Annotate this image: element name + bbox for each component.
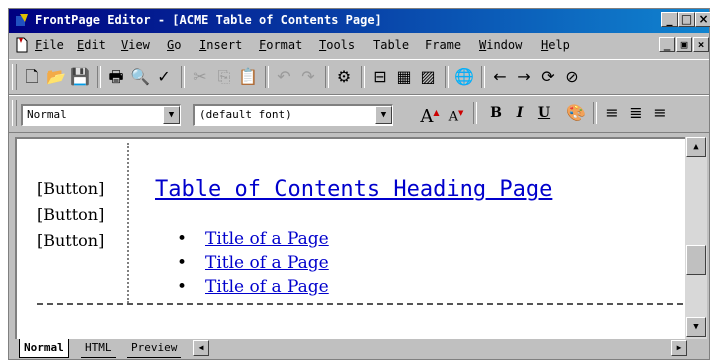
vertical-scrollbar[interactable]: ▲ ▼ — [685, 137, 707, 339]
insert-table-icon[interactable]: ▦ — [393, 66, 415, 88]
refresh-icon[interactable]: ⟳ — [537, 66, 559, 88]
toolbar-separator — [361, 66, 365, 88]
menu-file[interactable]: File — [35, 38, 64, 52]
font-select[interactable]: (default font) ▼ — [193, 104, 393, 126]
view-tab-bar: Normal HTML Preview ◀ ▶ — [15, 339, 707, 359]
toolbar-separator — [445, 66, 449, 88]
menu-help[interactable]: Help — [541, 38, 570, 52]
scroll-up-icon[interactable]: ▲ — [686, 137, 706, 157]
scroll-left-icon[interactable]: ◀ — [193, 340, 209, 356]
minimize-button[interactable]: _ — [661, 12, 678, 27]
forward-icon[interactable]: → — [513, 66, 535, 88]
open-folder-icon[interactable]: 📂 — [45, 66, 67, 88]
menu-insert[interactable]: Insert — [199, 38, 242, 52]
back-icon[interactable]: ← — [489, 66, 511, 88]
webbot-icon[interactable]: ⚙ — [333, 66, 355, 88]
menu-tools[interactable]: Tools — [319, 38, 355, 52]
insert-image-icon[interactable]: ▨ — [417, 66, 439, 88]
toolbar-separator — [481, 66, 485, 88]
align-left-icon[interactable]: ≡ — [601, 102, 623, 124]
document-icon — [16, 37, 28, 53]
hyperlink-icon[interactable]: 🌐 — [453, 66, 475, 88]
nav-button-placeholder[interactable]: [Button] — [37, 231, 104, 250]
toolbar-separator — [265, 66, 269, 88]
cut-icon[interactable]: ✂ — [189, 66, 211, 88]
menu-frame[interactable]: Frame — [425, 38, 461, 52]
list-item: • Title of a Page — [177, 253, 329, 273]
toolbar-separator — [181, 66, 185, 88]
copy-icon[interactable]: ⎘ — [213, 66, 235, 88]
format-toolbar: Normal ▼ (default font) ▼ A▲ A▼ B I U 🎨 … — [9, 95, 709, 133]
frontpage-app-icon — [16, 14, 28, 26]
toolbar-separator — [593, 102, 597, 124]
italic-button[interactable]: I — [509, 102, 531, 124]
underline-button[interactable]: U — [533, 102, 555, 124]
print-preview-icon[interactable]: 🔍 — [129, 66, 151, 88]
list-item: • Title of a Page — [177, 229, 329, 249]
bullet: • — [177, 229, 188, 249]
chevron-down-icon[interactable]: ▼ — [375, 106, 392, 124]
tab-normal[interactable]: Normal — [19, 339, 69, 358]
bullet: • — [177, 277, 188, 297]
text-color-icon[interactable]: 🎨 — [565, 102, 587, 124]
toolbar-separator — [325, 66, 329, 88]
title-bar[interactable]: FrontPage Editor - [ACME Table of Conten… — [9, 9, 710, 33]
standard-toolbar: 🗋 📂 💾 🖶 🔍 ✓ ✂ ⎘ 📋 ↶ ↷ ⚙ ⊟ ▦ ▨ 🌐 ← → ⟳ ⊘ — [9, 59, 709, 95]
menu-bar: File Edit View Go Insert Format Tools Ta… — [9, 35, 709, 57]
menu-format[interactable]: Format — [259, 38, 302, 52]
page-link[interactable]: Title of a Page — [205, 229, 329, 249]
doc-restore-button[interactable]: ▣ — [676, 37, 692, 52]
menu-edit[interactable]: Edit — [77, 38, 106, 52]
scroll-down-icon[interactable]: ▼ — [686, 317, 706, 337]
tab-preview[interactable]: Preview — [127, 339, 182, 358]
print-icon[interactable]: 🖶 — [105, 66, 127, 88]
align-right-icon[interactable]: ≡ — [649, 102, 671, 124]
shared-border-left — [127, 143, 129, 303]
decrease-font-size-button[interactable]: A▼ — [445, 102, 467, 124]
toolbar-separator — [473, 102, 477, 124]
menu-view[interactable]: View — [121, 38, 150, 52]
scroll-thumb[interactable] — [686, 245, 706, 275]
paste-icon[interactable]: 📋 — [237, 66, 259, 88]
menu-window[interactable]: Window — [479, 38, 522, 52]
list-item: • Title of a Page — [177, 277, 329, 297]
maximize-button[interactable]: □ — [678, 12, 695, 27]
paragraph-style-value: Normal — [27, 108, 67, 121]
doc-minimize-button[interactable]: _ — [659, 37, 675, 52]
toolbar-separator — [97, 66, 101, 88]
bullet: • — [177, 253, 188, 273]
bold-button[interactable]: B — [485, 102, 507, 124]
new-page-icon[interactable]: 🗋 — [21, 66, 43, 88]
chevron-down-icon[interactable]: ▼ — [163, 106, 180, 124]
toolbar-grip[interactable] — [12, 64, 17, 90]
stop-icon[interactable]: ⊘ — [561, 66, 583, 88]
redo-icon[interactable]: ↷ — [297, 66, 319, 88]
spell-check-icon[interactable]: ✓ — [153, 66, 175, 88]
window-title: FrontPage Editor - [ACME Table of Conten… — [35, 13, 382, 27]
increase-font-size-button[interactable]: A▲ — [419, 102, 441, 127]
paragraph-style-select[interactable]: Normal ▼ — [21, 104, 181, 126]
save-icon[interactable]: 💾 — [69, 66, 91, 88]
menu-go[interactable]: Go — [167, 38, 181, 52]
doc-close-button[interactable]: × — [693, 37, 709, 52]
page-link[interactable]: Title of a Page — [205, 253, 329, 273]
close-button[interactable]: × — [695, 12, 710, 27]
font-value: (default font) — [199, 108, 292, 121]
tab-html[interactable]: HTML — [81, 339, 116, 358]
page-heading-link[interactable]: Table of Contents Heading Page — [155, 177, 552, 202]
page-editor-area[interactable]: [Button] [Button] [Button] Table of Cont… — [15, 137, 685, 339]
align-center-icon[interactable]: ≣ — [625, 102, 647, 124]
scroll-right-icon[interactable]: ▶ — [671, 340, 687, 356]
nav-button-placeholder[interactable]: [Button] — [37, 205, 104, 224]
frontpage-editor-window: FrontPage Editor - [ACME Table of Conten… — [8, 8, 710, 360]
insert-form-field-icon[interactable]: ⊟ — [369, 66, 391, 88]
shared-border-bottom — [37, 303, 683, 305]
page-link[interactable]: Title of a Page — [205, 277, 329, 297]
undo-icon[interactable]: ↶ — [273, 66, 295, 88]
toolbar-grip[interactable] — [12, 100, 17, 126]
menu-table[interactable]: Table — [373, 38, 409, 52]
nav-button-placeholder[interactable]: [Button] — [37, 179, 104, 198]
